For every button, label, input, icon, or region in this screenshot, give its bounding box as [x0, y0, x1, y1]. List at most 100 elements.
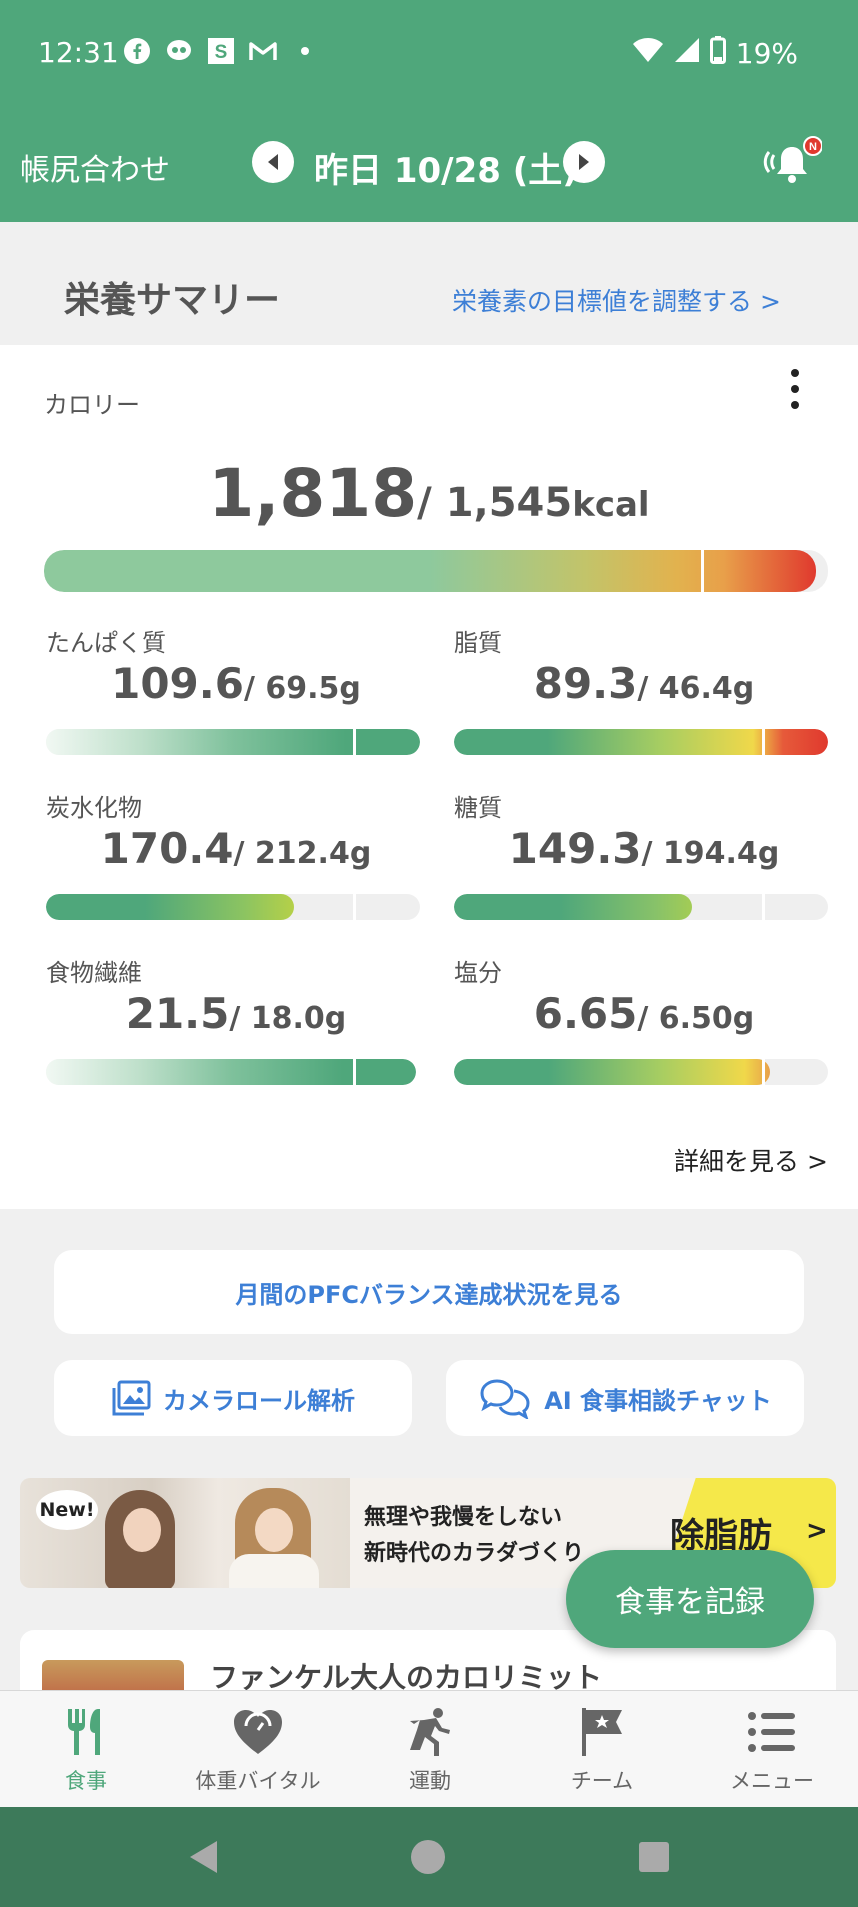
- banner-person-woman: [105, 1490, 175, 1588]
- tab-label: 体重バイタル: [195, 1769, 321, 1793]
- recents-icon[interactable]: [634, 1837, 674, 1877]
- nutrient-progress-bar: [454, 894, 828, 920]
- bottom-nav: 食事 体重バイタル 運動 チーム メニュー: [0, 1690, 858, 1807]
- nutrient-fat: 脂質 89.3/ 46.4g: [454, 623, 834, 763]
- nutrition-card: カロリー 1,818/ 1,545kcal たんぱく質 109.6/ 69.5g…: [0, 345, 858, 1209]
- chevron-left-icon: [268, 154, 278, 170]
- gmail-icon: [248, 36, 278, 66]
- nutrient-values: 89.3/ 46.4g: [454, 659, 834, 708]
- nutrient-progress-bar: [46, 1059, 416, 1085]
- tab-weight-vitals[interactable]: 体重バイタル: [172, 1691, 344, 1808]
- ai-chat-label: AI 食事相談チャット: [544, 1386, 772, 1415]
- nutrient-progress-fill: [454, 729, 828, 755]
- nutrient-target: / 212.4g: [233, 836, 372, 871]
- tab-menu[interactable]: メニュー: [686, 1691, 858, 1808]
- see-details-link[interactable]: 詳細を見る >: [674, 1142, 828, 1178]
- nutrient-target-marker: [762, 729, 765, 755]
- adjust-targets-link[interactable]: 栄養素の目標値を調整する >: [452, 282, 781, 318]
- product-image: [42, 1660, 184, 1690]
- tab-label: メニュー: [730, 1769, 814, 1793]
- nutrient-progress-fill: [46, 894, 294, 920]
- chat-bubbles-icon: [480, 1379, 530, 1419]
- banner-person-man: [229, 1488, 319, 1588]
- nutrient-label: 炭水化物: [46, 794, 142, 822]
- pfc-balance-button[interactable]: 月間のPFCバランス達成状況を見る: [54, 1250, 804, 1334]
- nutrient-target-marker: [762, 1059, 765, 1085]
- calorie-progress-bar: [44, 550, 828, 592]
- nutrient-target: / 69.5g: [243, 671, 361, 706]
- nutrient-label: たんぱく質: [46, 629, 166, 657]
- tab-label: チーム: [570, 1769, 634, 1793]
- nutrient-label: 塩分: [454, 959, 502, 987]
- tab-team[interactable]: チーム: [516, 1691, 688, 1808]
- nutrient-sugar: 糖質 149.3/ 194.4g: [454, 788, 834, 928]
- mixi-icon: [164, 36, 194, 66]
- next-day-button[interactable]: [563, 141, 605, 183]
- nutrient-target-marker: [353, 729, 356, 755]
- current-date[interactable]: 昨日 10/28 (土): [314, 143, 578, 192]
- calorie-values: 1,818/ 1,545kcal: [0, 455, 858, 532]
- home-icon[interactable]: [408, 1837, 448, 1877]
- notification-badge: N: [809, 141, 817, 153]
- running-icon: [403, 1705, 457, 1759]
- nutrient-progress-fill: [46, 1059, 416, 1085]
- nutrient-target: / 46.4g: [637, 671, 755, 706]
- banner-text: 無理や我慢をしない 新時代のカラダづくり: [364, 1500, 584, 1572]
- nutrient-value: 21.5: [125, 989, 230, 1038]
- nutrient-values: 109.6/ 69.5g: [46, 659, 426, 708]
- nutrient-target-marker: [353, 1059, 356, 1085]
- facebook-icon: [122, 36, 152, 66]
- more-options-icon[interactable]: [787, 369, 803, 409]
- tab-exercise[interactable]: 運動: [344, 1691, 516, 1808]
- nutrient-fiber: 食物繊維 21.5/ 18.0g: [46, 953, 426, 1093]
- nutrient-progress-bar: [46, 729, 420, 755]
- s-app-icon: S: [206, 36, 236, 66]
- battery-icon: [709, 36, 726, 71]
- nutrient-progress-fill: [454, 894, 692, 920]
- tab-meals[interactable]: 食事: [0, 1691, 172, 1808]
- calorie-target: / 1,545: [417, 480, 573, 526]
- battery-level: 19%: [735, 37, 798, 70]
- status-right: 19%: [632, 36, 798, 71]
- nutrient-target: / 194.4g: [641, 836, 780, 871]
- nutrient-target: / 18.0g: [229, 1001, 347, 1036]
- tab-label: 食事: [65, 1769, 107, 1793]
- flag-star-icon: [575, 1705, 629, 1759]
- nutrient-values: 170.4/ 212.4g: [46, 824, 426, 873]
- calorie-label: カロリー: [44, 391, 140, 419]
- back-icon[interactable]: [184, 1837, 224, 1877]
- nutrient-value: 170.4: [100, 824, 234, 873]
- app-title[interactable]: 帳尻合わせ: [20, 145, 170, 189]
- signal-icon: [674, 37, 700, 70]
- status-time: 12:31: [38, 36, 119, 69]
- menu-list-icon: [745, 1705, 799, 1759]
- ai-chat-button[interactable]: AI 食事相談チャット: [446, 1360, 804, 1436]
- nutrient-values: 21.5/ 18.0g: [46, 989, 426, 1038]
- nutrient-value: 149.3: [508, 824, 642, 873]
- banner-arrow-icon: >: [806, 1516, 828, 1546]
- status-bar: 12:31 S 19%: [0, 0, 858, 105]
- chevron-right-icon: [579, 154, 589, 170]
- nutrient-progress-bar: [454, 1059, 828, 1085]
- nutrient-value: 109.6: [111, 659, 244, 708]
- nutrient-values: 149.3/ 194.4g: [454, 824, 834, 873]
- notification-button[interactable]: N: [762, 135, 823, 191]
- gallery-icon: [112, 1380, 151, 1416]
- wifi-icon: [632, 37, 664, 70]
- nutrient-salt: 塩分 6.65/ 6.50g: [454, 953, 834, 1093]
- banner-photo: New!: [20, 1478, 350, 1588]
- new-badge: New!: [36, 1490, 98, 1530]
- calorie-value: 1,818: [208, 455, 418, 532]
- fork-knife-icon: [59, 1705, 113, 1759]
- nutrient-values: 6.65/ 6.50g: [454, 989, 834, 1038]
- prev-day-button[interactable]: [252, 141, 294, 183]
- app-bar: 帳尻合わせ 昨日 10/28 (土) N: [0, 105, 858, 222]
- tab-label: 運動: [409, 1769, 451, 1793]
- banner-line-1: 無理や我慢をしない: [364, 1505, 563, 1530]
- camera-roll-button[interactable]: カメラロール解析: [54, 1360, 412, 1436]
- nutrient-protein: たんぱく質 109.6/ 69.5g: [46, 623, 426, 763]
- nutrient-value: 89.3: [533, 659, 638, 708]
- dot-icon: [290, 36, 320, 66]
- summary-header: 栄養サマリー 栄養素の目標値を調整する >: [0, 222, 858, 345]
- record-meal-button[interactable]: 食事を記録: [566, 1550, 814, 1648]
